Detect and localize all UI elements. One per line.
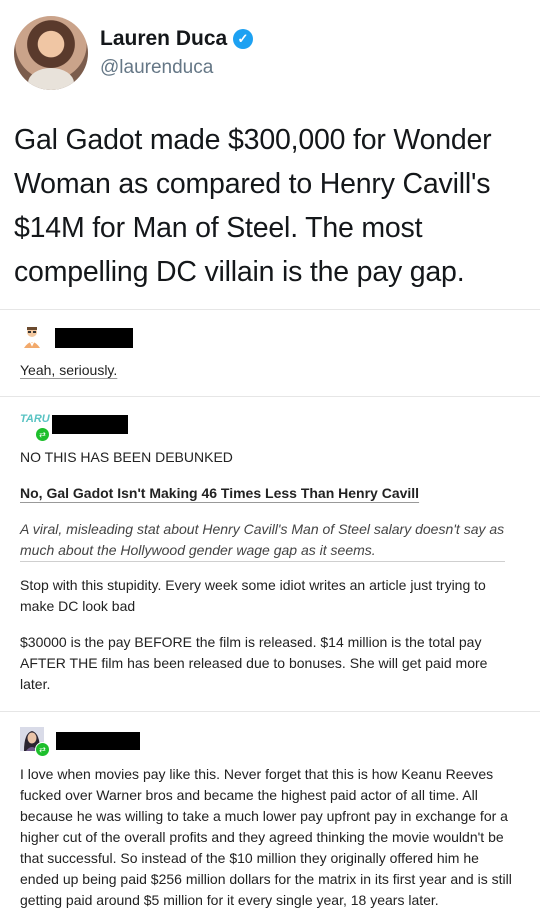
tweet-text: Gal Gadot made $300,000 for Wonder Woman… [14,124,492,288]
reply-text: Yeah, seriously. [20,362,118,378]
user-handle[interactable]: @laurenduca [100,57,213,79]
reply-1: Yeah, seriously. [0,310,540,396]
cartoon-person-avatar-icon[interactable] [20,325,44,349]
link-description[interactable]: A viral, misleading stat about Henry Cav… [20,519,505,562]
quoted-tweet: Lauren Duca ✓ @laurenduca Gal Gadot made… [0,0,540,310]
link-title[interactable]: No, Gal Gadot Isn't Making 46 Times Less… [20,483,419,504]
profile-avatar[interactable] [14,16,88,90]
reply-text: I love when movies pay like this. Never … [20,766,512,908]
reblog-icon: ⇄ [35,427,50,442]
redacted-username [56,732,140,750]
redacted-username [55,328,133,348]
reply-intro: NO THIS HAS BEEN DEBUNKED [20,449,233,465]
reply-3: ⇄ I love when movies pay like this. Neve… [0,712,540,921]
reply-2: TARU ⇄ NO THIS HAS BEEN DEBUNKED No, Gal… [0,397,540,711]
redacted-username [52,415,128,434]
verified-badge-icon: ✓ [233,29,253,49]
display-name[interactable]: Lauren Duca [100,27,227,51]
reply-paragraph-1: Stop with this stupidity. Every week som… [20,577,486,614]
reply-paragraph-2: $30000 is the pay BEFORE the film is rel… [20,634,488,692]
reblog-icon: ⇄ [35,742,50,757]
